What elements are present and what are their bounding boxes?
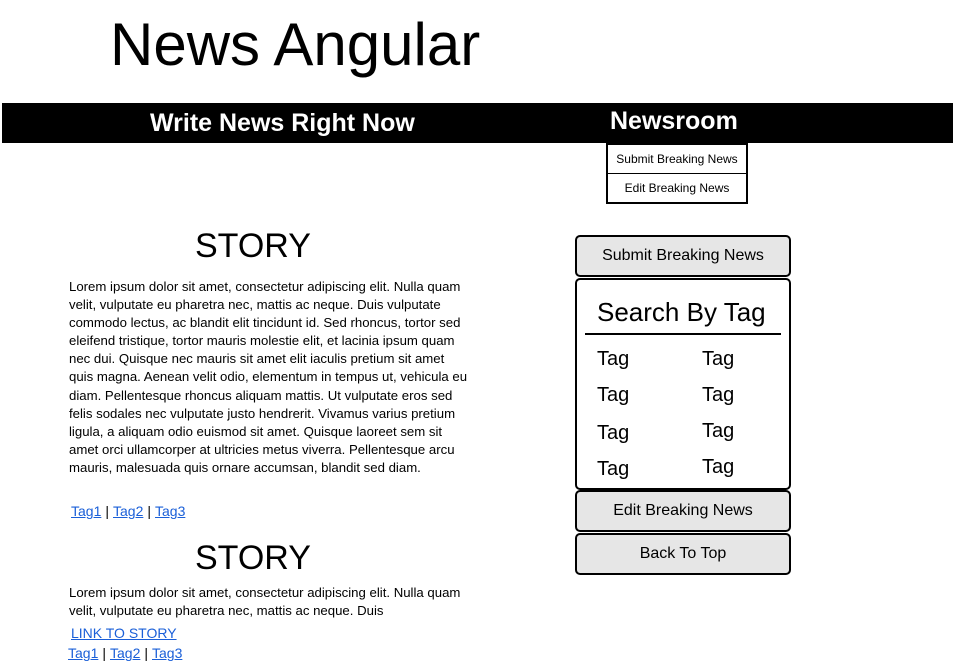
tag-link[interactable]: Tag3 <box>155 503 185 519</box>
tag-link[interactable]: Tag2 <box>110 645 140 661</box>
tag-filter[interactable]: Tag <box>702 383 734 407</box>
tag-filter[interactable]: Tag <box>702 455 734 479</box>
tag-filter[interactable]: Tag <box>702 419 734 443</box>
tag-link[interactable]: Tag2 <box>113 503 143 519</box>
story-tag-list: Tag1 | Tag2 | Tag3 <box>68 644 182 662</box>
tag-separator: | <box>147 503 151 519</box>
tag-filter[interactable]: Tag <box>702 347 734 371</box>
link-to-story[interactable]: LINK TO STORY <box>71 624 177 642</box>
tag-filter[interactable]: Tag <box>597 383 629 407</box>
tag-link[interactable]: Tag1 <box>68 645 98 661</box>
newsroom-dropdown: Submit Breaking News Edit Breaking News <box>606 143 748 204</box>
edit-breaking-news-button[interactable]: Edit Breaking News <box>575 490 791 532</box>
nav-bar <box>2 103 953 143</box>
submit-breaking-news-button[interactable]: Submit Breaking News <box>575 235 791 277</box>
back-to-top-button[interactable]: Back To Top <box>575 533 791 575</box>
search-by-tag-title: Search By Tag <box>597 297 766 327</box>
story-body: Lorem ipsum dolor sit amet, consectetur … <box>69 279 468 475</box>
dropdown-item-edit-breaking-news[interactable]: Edit Breaking News <box>608 173 746 202</box>
site-title: News Angular <box>110 11 481 78</box>
divider <box>585 333 781 335</box>
dropdown-item-submit-breaking-news[interactable]: Submit Breaking News <box>608 145 746 173</box>
tag-filter[interactable]: Tag <box>597 347 629 371</box>
story-title: STORY <box>195 539 311 577</box>
tag-link[interactable]: Tag1 <box>71 503 101 519</box>
story-title: STORY <box>195 227 311 265</box>
tag-filter[interactable]: Tag <box>597 421 629 445</box>
story-body: Lorem ipsum dolor sit amet, consectetur … <box>69 585 461 619</box>
story-tag-list: Tag1 | Tag2 | Tag3 <box>71 502 185 520</box>
tag-separator: | <box>105 503 109 519</box>
search-by-tag-panel: Search By Tag Tag Tag Tag Tag Tag Tag Ta… <box>575 278 791 490</box>
tag-separator: | <box>144 645 148 661</box>
tag-filter[interactable]: Tag <box>597 457 629 481</box>
nav-newsroom-menu[interactable]: Newsroom <box>610 104 738 138</box>
tag-separator: | <box>102 645 106 661</box>
tag-link[interactable]: Tag3 <box>152 645 182 661</box>
nav-write-news-link[interactable]: Write News Right Now <box>150 104 415 142</box>
